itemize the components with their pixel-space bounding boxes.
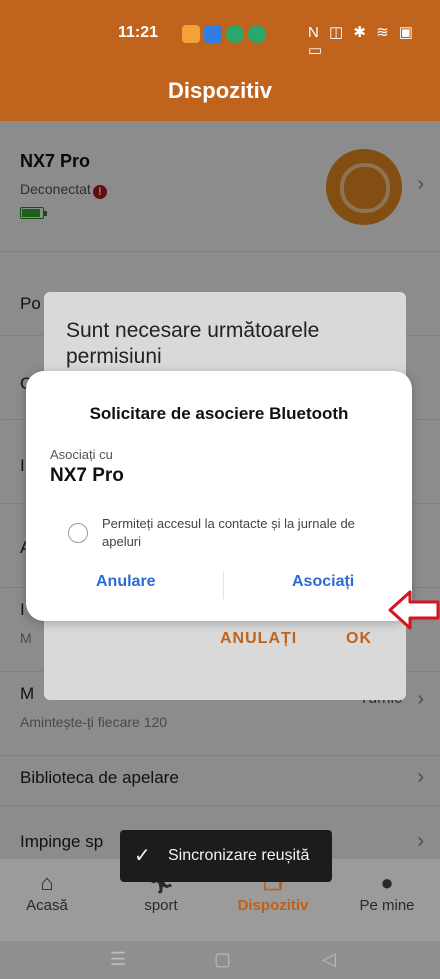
pair-with-label: Asociați cu [50, 447, 113, 462]
sync-toast: ✓ Sincronizare reușită [120, 830, 332, 882]
home-button-icon[interactable]: ▢ [214, 949, 231, 970]
nav-me-label: Pe mine [359, 897, 415, 914]
contacts-access-label[interactable]: Permiteți accesul la contacte și la jurn… [102, 515, 392, 551]
checkmark-icon: ✓ [134, 845, 151, 867]
notification-icon [248, 25, 266, 43]
person-icon: ● [380, 870, 394, 895]
pair-device-name: NX7 Pro [50, 465, 124, 486]
permission-cancel-button[interactable]: ANULAȚI [220, 630, 297, 648]
home-icon: ⌂ [40, 870, 54, 895]
annotation-arrow-icon [388, 590, 440, 630]
nav-me[interactable]: ● Pe mine [342, 869, 432, 914]
status-bar: 11:21 N ◫ ✱ ≋ ▣ ▭ [0, 20, 440, 59]
bluetooth-pairing-dialog: Solicitare de asociere Bluetooth Asociaț… [26, 371, 412, 621]
nav-home-label: Acasă [26, 897, 68, 914]
status-time: 11:21 [118, 24, 159, 41]
nav-device-label: Dispozitiv [237, 897, 309, 914]
contacts-access-checkbox[interactable] [68, 523, 88, 543]
toast-message: Sincronizare reușită [168, 847, 310, 864]
pair-button[interactable]: Asociați [292, 573, 354, 591]
notification-icon [204, 25, 222, 43]
bluetooth-dialog-title: Solicitare de asociere Bluetooth [89, 404, 349, 423]
notification-icon [182, 25, 200, 43]
recent-apps-icon[interactable]: ☰ [110, 949, 126, 970]
app-header: 11:21 N ◫ ✱ ≋ ▣ ▭ Dispozitiv [0, 0, 440, 121]
nav-sport-label: sport [144, 897, 178, 914]
permission-ok-button[interactable]: OK [346, 630, 372, 648]
page-title: Dispozitiv [168, 78, 272, 103]
notification-icon [226, 25, 244, 43]
system-status-icons: N ◫ ✱ ≋ ▣ ▭ [308, 24, 416, 59]
system-nav-bar: ☰ ▢ ◁ [0, 941, 440, 979]
nav-home[interactable]: ⌂ Acasă [2, 869, 92, 914]
cancel-button[interactable]: Anulare [96, 573, 156, 591]
permission-dialog-title: Sunt necesare următoarele permisiuni [66, 319, 320, 368]
button-divider [223, 571, 224, 599]
back-icon[interactable]: ◁ [322, 949, 336, 970]
